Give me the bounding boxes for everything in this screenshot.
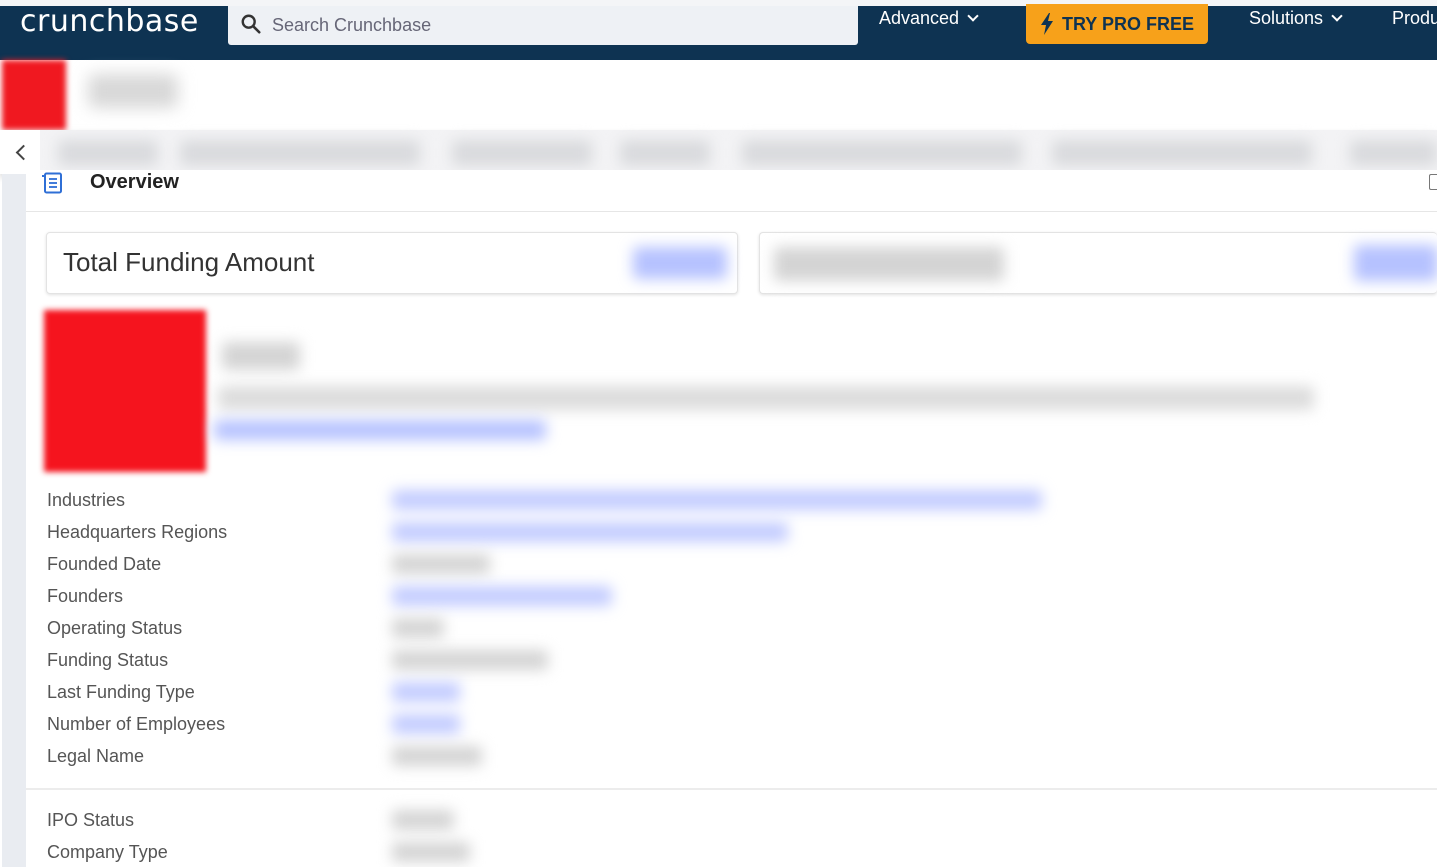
industries-value-redacted[interactable] (392, 490, 1042, 510)
legal-name-label: Legal Name (47, 746, 145, 766)
total-funding-label: Total Funding Amount (63, 247, 315, 277)
total-funding-value-redacted[interactable] (633, 247, 727, 279)
ipo-status-label: IPO Status (47, 810, 135, 830)
last-funding-type-label: Last Funding Type (47, 682, 195, 702)
search-input[interactable] (272, 10, 832, 40)
stat-label-redacted (774, 247, 1004, 281)
company-logo-redacted (44, 310, 206, 472)
number-of-employees-label: Number of Employees (47, 714, 226, 734)
products-menu-button[interactable]: Produ (1392, 8, 1437, 29)
profile-header (0, 60, 1437, 132)
founded-date-value-redacted (392, 554, 490, 574)
industries-label: Industries (47, 490, 126, 510)
tab-redacted[interactable] (620, 140, 710, 166)
advanced-menu-button[interactable]: Advanced (879, 8, 979, 29)
left-gutter (2, 174, 26, 867)
ipo-status-value-redacted (392, 810, 454, 830)
operating-status-value-redacted (392, 618, 444, 638)
total-funding-card: Total Funding Amount (46, 232, 738, 294)
search-bar[interactable] (228, 6, 858, 45)
second-stat-card (759, 232, 1437, 294)
chevron-down-icon (1331, 10, 1343, 22)
chevron-down-icon (967, 10, 979, 22)
founders-label: Founders (47, 586, 124, 606)
company-type-value-redacted (392, 842, 470, 862)
search-icon (241, 14, 261, 34)
headquarters-regions-label: Headquarters Regions (47, 522, 228, 542)
legal-name-value-redacted (392, 746, 482, 766)
funding-status-label: Funding Status (47, 650, 169, 670)
advanced-label: Advanced (879, 8, 960, 28)
tab-redacted[interactable] (58, 140, 158, 166)
employees-value-redacted[interactable] (392, 714, 460, 734)
company-type-label: Company Type (47, 842, 168, 862)
tab-redacted[interactable] (742, 140, 1022, 166)
profile-logo-redacted (2, 60, 66, 130)
top-nav-bar: crunchbase Advanced TRY PRO FREE Solutio… (0, 0, 1437, 60)
overview-title: Overview (90, 171, 179, 193)
operating-status-label: Operating Status (47, 618, 183, 638)
document-list-icon (42, 172, 62, 194)
profile-name-redacted (88, 74, 178, 108)
funding-status-value-redacted (392, 650, 548, 670)
try-pro-free-button[interactable]: TRY PRO FREE (1026, 4, 1208, 44)
chevron-left-icon (15, 144, 31, 160)
headquarters-value-redacted[interactable] (392, 522, 788, 542)
edit-icon[interactable] (1429, 174, 1437, 190)
founded-date-label: Founded Date (47, 554, 162, 574)
founders-value-redacted[interactable] (392, 586, 612, 606)
products-label: Produ (1392, 8, 1437, 28)
company-name-redacted (222, 342, 300, 370)
lightning-bolt-icon (1040, 13, 1053, 35)
tab-redacted[interactable] (452, 140, 592, 166)
company-website-redacted[interactable] (214, 420, 546, 440)
company-description-redacted (218, 386, 1314, 410)
stat-value-redacted[interactable] (1354, 245, 1437, 281)
section-divider (26, 788, 1437, 790)
crunchbase-logo[interactable]: crunchbase (20, 4, 199, 39)
tab-redacted[interactable] (180, 140, 420, 166)
solutions-label: Solutions (1249, 8, 1324, 28)
try-pro-free-label: TRY PRO FREE (1061, 13, 1195, 34)
tab-redacted[interactable] (1052, 140, 1312, 166)
scroll-left-button[interactable] (0, 130, 40, 174)
last-funding-type-value-redacted[interactable] (392, 682, 460, 702)
overview-section-header: Overview (26, 170, 1437, 212)
section-tab-row (0, 130, 1437, 174)
tab-redacted[interactable] (1350, 140, 1437, 166)
solutions-menu-button[interactable]: Solutions (1249, 8, 1343, 29)
